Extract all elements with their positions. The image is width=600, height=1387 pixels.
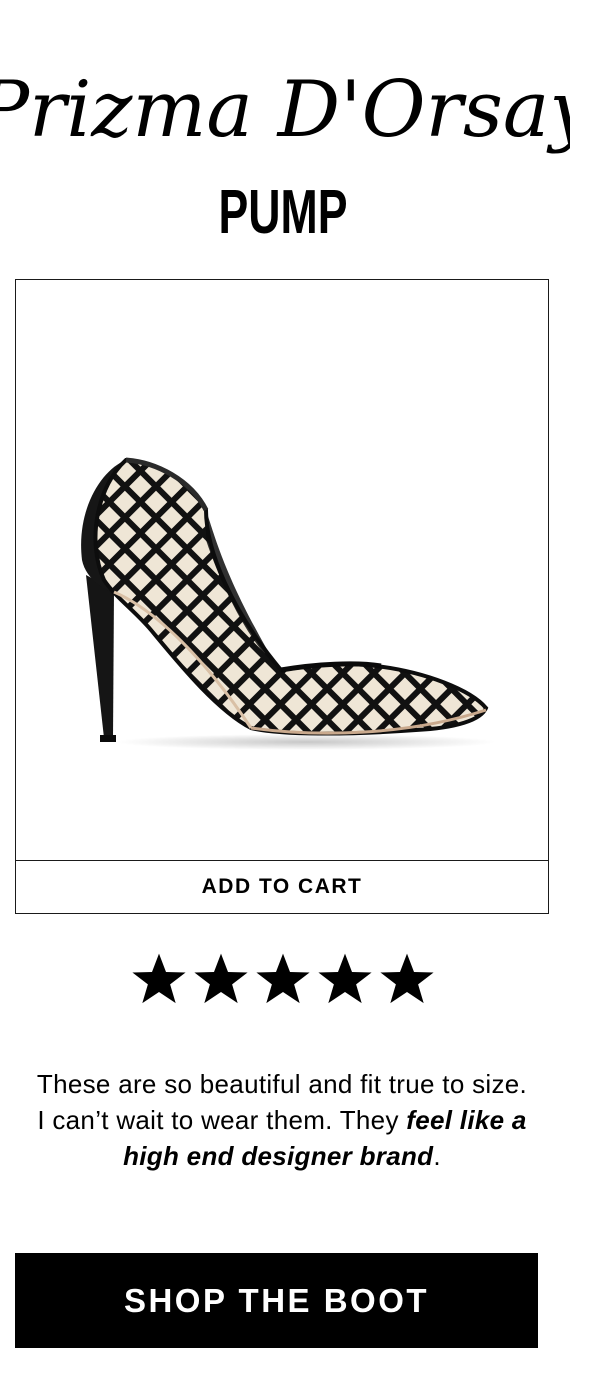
- star-icon: [132, 953, 186, 1004]
- review-quote: These are so beautiful and fit true to s…: [30, 1066, 534, 1174]
- product-image[interactable]: [16, 280, 548, 860]
- script-title-text: Prizma D'Orsay: [0, 65, 570, 155]
- star-icon: [380, 953, 434, 1004]
- review-text-end: .: [433, 1141, 441, 1171]
- shop-the-boot-button[interactable]: SHOP THE BOOT: [15, 1253, 538, 1348]
- star-icon: [194, 953, 248, 1004]
- product-type-title: PUMP: [218, 178, 348, 247]
- script-title-graphic: Prizma D'Orsay: [0, 65, 570, 155]
- add-to-cart-button[interactable]: ADD TO CART: [16, 860, 548, 913]
- star-rating: [0, 950, 566, 1013]
- product-card: ADD TO CART: [15, 279, 549, 914]
- star-icon: [256, 953, 310, 1004]
- pump-shoe-icon: [81, 457, 496, 750]
- script-title: Prizma D'Orsay: [0, 40, 570, 180]
- star-icon: [318, 953, 372, 1004]
